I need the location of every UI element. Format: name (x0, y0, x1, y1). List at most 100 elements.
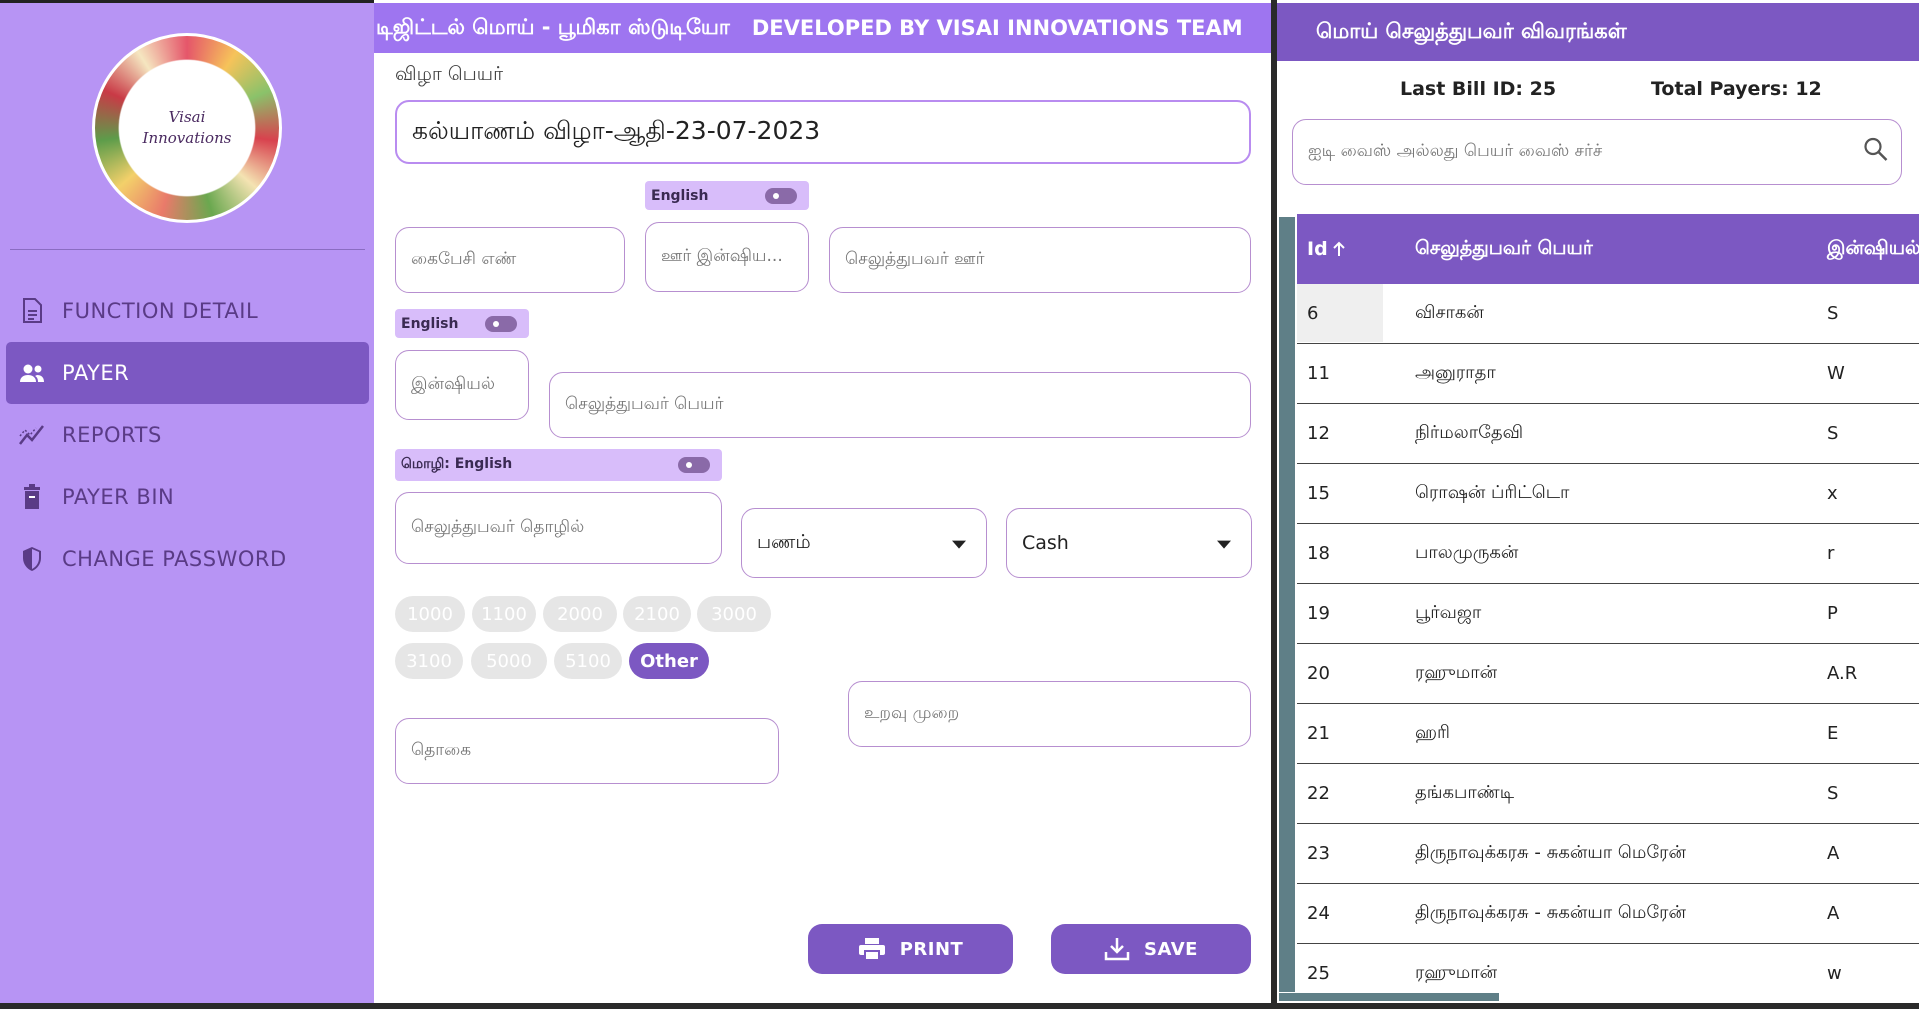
cell-id: 18 (1307, 542, 1330, 564)
table-row[interactable]: 22 தங்கபாண்டி S (1297, 764, 1919, 824)
table-row[interactable]: 24 திருநாவுக்கரசு - சுகன்யா மெரேன் A (1297, 884, 1919, 944)
save-label: SAVE (1144, 938, 1198, 960)
cell-initial: S (1827, 302, 1839, 324)
toggle-switch[interactable] (765, 187, 797, 204)
cell-initial: A (1827, 842, 1840, 864)
table-vertical-scrollbar[interactable] (1279, 217, 1295, 992)
logo-line1: Visai (168, 108, 206, 126)
sidebar-nav: FUNCTION DETAIL PAYER REPORTS PAYER BIN … (6, 280, 369, 590)
cell-id: 22 (1307, 782, 1330, 804)
amount-chip-2000[interactable]: 2000 (543, 596, 617, 632)
column-header-id[interactable]: Id (1307, 214, 1346, 284)
amount-chip-1100[interactable]: 1100 (472, 596, 536, 632)
table-row[interactable]: 15 ரொஷன் ப்ரிட்டொ x (1297, 464, 1919, 524)
amount-chip-5000[interactable]: 5000 (471, 643, 547, 679)
toggle-switch[interactable] (485, 315, 517, 332)
sidebar-item-label: REPORTS (62, 423, 162, 447)
sidebar-divider (10, 249, 365, 250)
save-button[interactable]: SAVE (1051, 924, 1251, 974)
cell-initial: w (1827, 962, 1842, 984)
town-language-toggle[interactable]: English (645, 181, 809, 210)
cell-initial: x (1827, 482, 1838, 504)
column-header-name[interactable]: செலுத்துபவர் பெயர் (1415, 214, 1593, 284)
amount-chip-3000[interactable]: 3000 (697, 596, 771, 632)
print-label: PRINT (899, 938, 964, 960)
relation-input[interactable]: உறவு முறை (848, 681, 1251, 747)
sidebar-item-payer[interactable]: PAYER (6, 342, 369, 404)
sidebar-item-label: CHANGE PASSWORD (62, 547, 287, 571)
payment-type-select[interactable]: பணம் (741, 508, 987, 578)
cell-id: 19 (1307, 602, 1330, 624)
payer-job-input[interactable]: செலுத்துபவர் தொழில் (395, 492, 722, 564)
search-icon[interactable] (1863, 137, 1889, 168)
festival-label: விழா பெயர் (395, 63, 504, 85)
cell-id: 6 (1297, 284, 1383, 342)
table-row[interactable]: 12 நிர்மலாதேவி S (1297, 404, 1919, 464)
mobile-input[interactable]: கைபேசி எண் (395, 227, 625, 293)
festival-name-input[interactable]: கல்யாணம் விழா-ஆதி-23-07-2023 (395, 100, 1251, 164)
sidebar-item-payer-bin[interactable]: PAYER BIN (6, 466, 369, 528)
amount-chip-1000[interactable]: 1000 (395, 596, 465, 632)
chevron-down-icon (952, 540, 966, 549)
initial-language-toggle[interactable]: English (395, 309, 529, 338)
main-form: டிஜிட்டல் மொய் - பூமிகா ஸ்டுடியோ DEVELOP… (374, 0, 1271, 1009)
payer-town-input[interactable]: செலுத்துபவர் ஊர் (829, 227, 1251, 293)
cell-initial: E (1827, 722, 1839, 744)
cell-name: ரொஷன் ப்ரிட்டொ (1415, 481, 1570, 503)
total-payers: Total Payers: 12 (1651, 78, 1822, 100)
cell-initial: P (1827, 602, 1838, 624)
sidebar-item-change-password[interactable]: CHANGE PASSWORD (6, 528, 369, 590)
table-row[interactable]: 11 அனுராதா W (1297, 344, 1919, 404)
app-header: டிஜிட்டல் மொய் - பூமிகா ஸ்டுடியோ DEVELOP… (374, 3, 1271, 53)
toggle-label: English (651, 187, 709, 204)
cell-name: ரஹுமான் (1415, 661, 1498, 683)
print-button[interactable]: PRINT (808, 924, 1013, 974)
amount-input[interactable]: தொகை (395, 718, 779, 784)
toggle-label: மொழி: English (401, 456, 513, 472)
sidebar-item-function-detail[interactable]: FUNCTION DETAIL (6, 280, 369, 342)
sidebar-item-label: PAYER BIN (62, 485, 175, 509)
logo-line2: Innovations (142, 129, 232, 147)
amount-chip-5100[interactable]: 5100 (554, 643, 622, 679)
payer-name-input[interactable]: செலுத்துபவர் பெயர் (549, 372, 1251, 438)
column-header-initial[interactable]: இன்ஷியல் (1827, 214, 1919, 284)
toggle-switch[interactable] (678, 457, 710, 473)
table-header: Id செலுத்துபவர் பெயர் இன்ஷியல் (1297, 214, 1919, 284)
cell-name: திருநாவுக்கரசு - சுகன்யா மெரேன் (1415, 901, 1686, 923)
cell-name: நிர்மலாதேவி (1415, 421, 1524, 443)
sidebar-item-label: FUNCTION DETAIL (62, 299, 259, 323)
cell-initial: S (1827, 422, 1839, 444)
payment-mode-select[interactable]: Cash (1006, 508, 1252, 578)
select-value: Cash (1022, 532, 1069, 554)
amount-chip-other[interactable]: Other (629, 643, 709, 679)
panel-title: மொய் செலுத்துபவர் விவரங்கள் (1277, 3, 1919, 61)
table-row[interactable]: 23 திருநாவுக்கரசு - சுகன்யா மெரேன் A (1297, 824, 1919, 884)
table-horizontal-scrollbar[interactable] (1279, 993, 1499, 1001)
cell-initial: A (1827, 902, 1840, 924)
amount-chip-2100[interactable]: 2100 (623, 596, 691, 632)
select-value: பணம் (757, 530, 811, 553)
logo: Visai Innovations (92, 33, 282, 223)
logo-text: Visai Innovations (142, 107, 232, 149)
cell-initial: A.R (1827, 662, 1858, 684)
cell-id: 20 (1307, 662, 1330, 684)
payers-table: Id செலுத்துபவர் பெயர் இன்ஷியல் 6 விசாகன் S… (1297, 214, 1919, 1004)
shield-icon (18, 545, 46, 573)
table-row[interactable]: 6 விசாகன் S (1297, 284, 1919, 344)
cell-name: தங்கபாண்டி (1415, 781, 1515, 803)
table-row[interactable]: 21 ஹரி E (1297, 704, 1919, 764)
developer-credit: DEVELOPED BY VISAI INNOVATIONS TEAM (751, 16, 1243, 40)
town-initial-input[interactable]: ஊர் இன்ஷிய... (645, 222, 809, 292)
table-row[interactable]: 19 பூர்வஜா P (1297, 584, 1919, 644)
amount-chip-3100[interactable]: 3100 (395, 643, 463, 679)
job-language-toggle[interactable]: மொழி: English (395, 449, 722, 481)
initial-input[interactable]: இன்ஷியல் (395, 350, 529, 420)
search-input[interactable]: ஐடி வைஸ் அல்லது பெயர் வைஸ் சர்ச் (1292, 119, 1902, 185)
sort-up-icon (1332, 241, 1345, 256)
last-bill-id: Last Bill ID: 25 (1400, 78, 1557, 100)
table-row[interactable]: 20 ரஹுமான் A.R (1297, 644, 1919, 704)
sidebar-item-reports[interactable]: REPORTS (6, 404, 369, 466)
table-row[interactable]: 18 பாலமுருகன் r (1297, 524, 1919, 584)
cell-name: திருநாவுக்கரசு - சுகன்யா மெரேன் (1415, 841, 1686, 863)
cell-id: 21 (1307, 722, 1330, 744)
